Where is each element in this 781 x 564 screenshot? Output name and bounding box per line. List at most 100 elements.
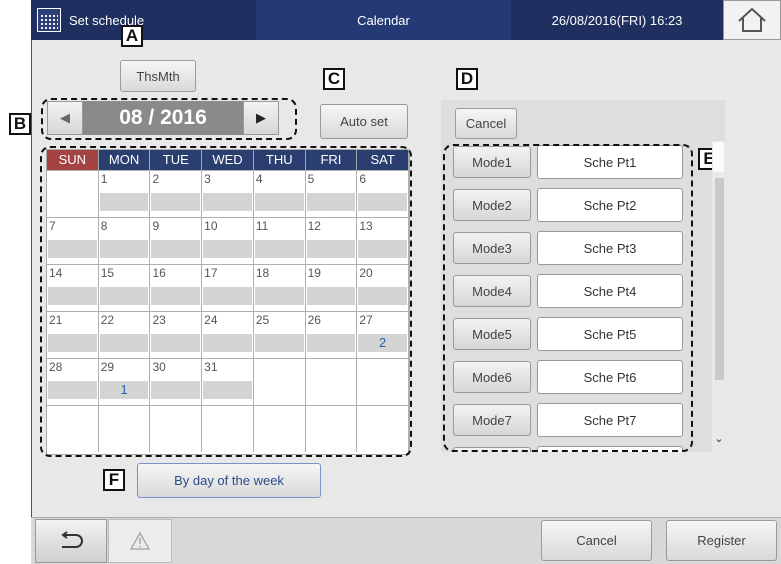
schedule-pattern-field[interactable]: Sche Pt6 <box>537 360 683 394</box>
day-number: 23 <box>152 313 166 327</box>
schedule-pattern-field[interactable]: Sche Pt4 <box>537 274 683 308</box>
day-mode-value <box>151 334 201 352</box>
calendar-day-cell[interactable]: 30 <box>150 359 203 405</box>
home-button[interactable] <box>723 0 781 40</box>
scroll-up-area[interactable] <box>713 142 724 172</box>
chevron-down-icon[interactable]: ⌄ <box>712 432 726 450</box>
auto-set-button[interactable]: Auto set <box>320 104 408 139</box>
day-mode-value <box>254 334 304 352</box>
calendar-day-cell[interactable]: 25 <box>253 312 306 358</box>
calendar-day-cell[interactable]: 5 <box>305 171 358 217</box>
weekday-label: MON <box>98 150 151 170</box>
schedule-pattern-field[interactable] <box>537 446 683 452</box>
day-number: 2 <box>152 172 160 186</box>
schedule-pattern-field[interactable]: Sche Pt1 <box>537 145 683 179</box>
calendar-day-cell[interactable]: 12 <box>305 218 358 264</box>
warning-icon <box>129 531 151 550</box>
calendar-day-cell[interactable]: 6 <box>357 171 410 217</box>
schedule-pattern-field[interactable]: Sche Pt3 <box>537 231 683 265</box>
mode-button[interactable]: Mode5 <box>453 318 531 350</box>
calendar-day-cell[interactable]: 23 <box>150 312 203 358</box>
calendar-week-row: 7 8 9 10 11 12 13 <box>47 217 410 264</box>
calendar-day-cell <box>253 406 306 452</box>
day-mode-value <box>99 240 149 258</box>
schedule-pattern-field[interactable]: Sche Pt2 <box>537 188 683 222</box>
calendar-day-cell[interactable]: 20 <box>357 265 410 311</box>
home-icon <box>738 7 766 32</box>
warning-button[interactable] <box>108 519 172 563</box>
day-mode-value <box>254 287 304 305</box>
header-bar: Set schedule Calendar 26/08/2016(FRI) 16… <box>31 0 781 40</box>
cancel-button[interactable]: Cancel <box>541 520 652 561</box>
calendar-day-cell[interactable]: 29 1 <box>98 359 151 405</box>
day-number: 1 <box>100 172 108 186</box>
schedule-pattern-field[interactable]: Sche Pt5 <box>537 317 683 351</box>
mode-button[interactable]: Mode6 <box>453 361 531 393</box>
calendar-day-cell[interactable]: 22 <box>98 312 151 358</box>
day-number: 6 <box>359 172 366 186</box>
calendar-day-cell[interactable]: 14 <box>47 265 99 311</box>
calendar-day-cell[interactable]: 7 <box>47 218 99 264</box>
back-button[interactable] <box>35 519 107 563</box>
cancel-mode-button[interactable]: Cancel <box>455 108 517 139</box>
calendar-day-cell[interactable]: 26 <box>305 312 358 358</box>
mode-button[interactable] <box>453 447 531 452</box>
calendar-day-cell[interactable]: 13 <box>357 218 410 264</box>
calendar-day-cell[interactable]: 1 <box>98 171 151 217</box>
scroll-thumb[interactable] <box>715 178 724 380</box>
calendar-day-cell[interactable]: 3 <box>202 171 254 217</box>
calendar-day-cell <box>305 406 358 452</box>
calendar-day-cell[interactable]: 16 <box>150 265 203 311</box>
calendar-day-cell[interactable]: 9 <box>150 218 203 264</box>
callout-c: C <box>323 68 345 90</box>
by-day-of-week-button[interactable]: By day of the week <box>137 463 321 498</box>
mode-button[interactable]: Mode2 <box>453 189 531 221</box>
calendar-day-cell[interactable]: 19 <box>305 265 358 311</box>
mode-button[interactable]: Mode3 <box>453 232 531 264</box>
calendar-day-cell[interactable]: 2 <box>150 171 203 217</box>
calendar-day-cell[interactable]: 18 <box>253 265 306 311</box>
calendar-day-cell[interactable]: 4 <box>253 171 306 217</box>
prev-month-button[interactable]: ◀ <box>47 101 83 135</box>
mode-button[interactable]: Mode4 <box>453 275 531 307</box>
mode-row: Mode3 Sche Pt3 <box>444 227 710 270</box>
right-triangle-icon: ▶ <box>256 110 266 125</box>
next-month-button[interactable]: ▶ <box>243 101 279 135</box>
calendar-day-cell[interactable]: 10 <box>202 218 254 264</box>
day-number: 29 <box>100 360 115 374</box>
weekday-header: SUN MON TUE WED THU FRI SAT <box>47 150 410 170</box>
calendar-day-cell[interactable]: 17 <box>202 265 254 311</box>
day-number: 9 <box>152 219 160 233</box>
calendar-week-row: 28 29 1 30 31 <box>47 358 410 405</box>
calendar-day-cell[interactable]: 28 <box>47 359 99 405</box>
mode-button[interactable]: Mode7 <box>453 404 531 436</box>
callout-f: F <box>103 469 125 491</box>
calendar-day-cell[interactable]: 24 <box>202 312 254 358</box>
day-mode-value <box>151 381 201 399</box>
calendar-day-cell[interactable]: 31 <box>202 359 254 405</box>
calendar-day-cell[interactable]: 27 2 <box>357 312 410 358</box>
day-number: 4 <box>255 172 263 186</box>
calendar-day-cell[interactable]: 8 <box>98 218 151 264</box>
day-mode-value <box>358 193 408 211</box>
day-mode-value <box>99 193 149 211</box>
schedule-pattern-field[interactable]: Sche Pt7 <box>537 403 683 437</box>
this-month-button[interactable]: ThsMth <box>120 60 196 92</box>
mode-button[interactable]: Mode1 <box>453 146 531 178</box>
calendar-weeks: 1 2 3 4 5 6 7 8 9 10 11 12 13 14 15 16 17 18 19 20 21 22 23 24 2… <box>47 170 410 452</box>
calendar-day-cell <box>150 406 203 452</box>
day-mode-value <box>203 381 252 399</box>
calendar-day-cell[interactable]: 21 <box>47 312 99 358</box>
day-mode-value <box>306 193 356 211</box>
day-mode-value <box>151 193 201 211</box>
day-number: 18 <box>255 266 270 280</box>
mode-row: Mode7 Sche Pt7 <box>444 399 710 442</box>
calendar-day-cell[interactable]: 15 <box>98 265 151 311</box>
day-number: 31 <box>204 360 218 374</box>
register-button[interactable]: Register <box>666 520 777 561</box>
calendar-day-cell[interactable]: 11 <box>253 218 306 264</box>
day-number: 7 <box>49 219 56 233</box>
day-mode-value <box>203 240 252 258</box>
day-number: 11 <box>255 219 269 233</box>
day-number: 24 <box>204 313 218 327</box>
